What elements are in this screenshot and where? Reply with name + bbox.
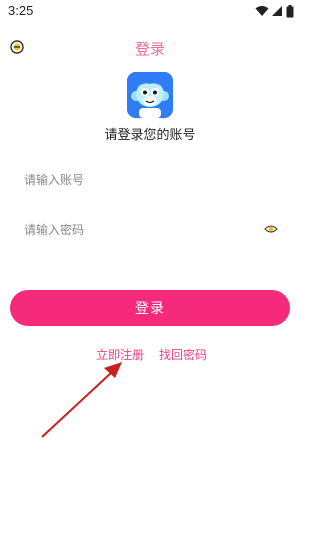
monkey-logo-icon (127, 72, 173, 118)
app-logo (127, 72, 173, 118)
register-link[interactable]: 立即注册 (96, 346, 144, 363)
page-title: 登录 (134, 40, 165, 58)
battery-icon (286, 4, 294, 17)
status-bar: 3:25 (0, 0, 300, 22)
login-button[interactable]: 登录 (10, 290, 290, 326)
account-input[interactable] (24, 168, 244, 192)
wifi-icon (255, 6, 269, 16)
account-field (24, 168, 278, 192)
eye-icon[interactable] (264, 223, 278, 235)
status-time: 3:25 (8, 3, 34, 18)
password-field (24, 218, 278, 242)
login-subtitle: 请登录您的账号 (104, 128, 196, 143)
password-input[interactable] (24, 218, 244, 242)
signal-icon (272, 6, 282, 16)
forgot-password-link[interactable]: 找回密码 (159, 346, 207, 363)
status-icons (255, 4, 294, 18)
